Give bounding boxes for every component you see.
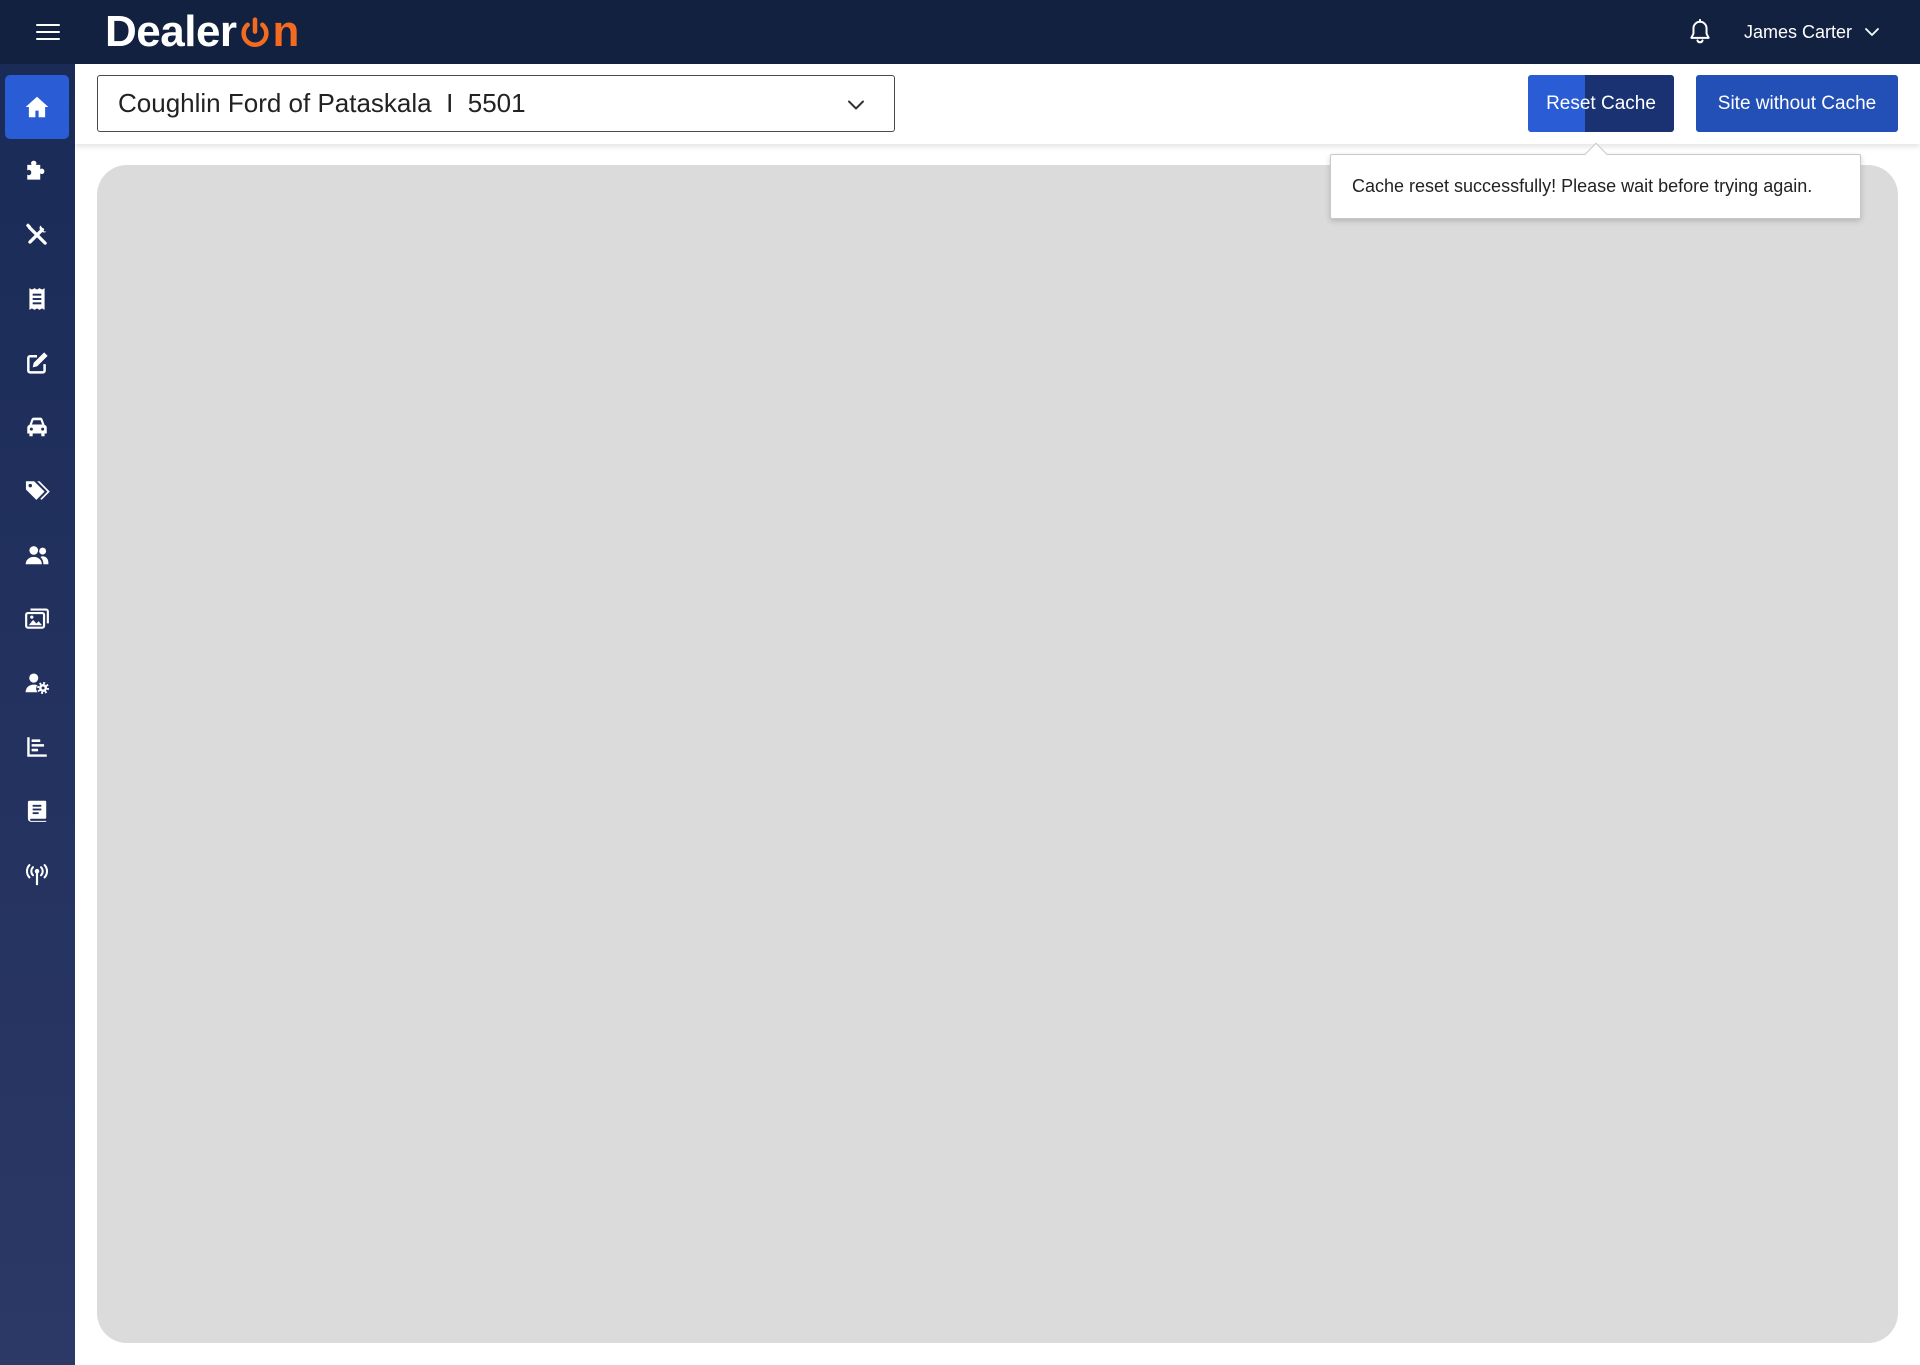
sidebar-item-tools[interactable] (5, 203, 69, 267)
chart-bar-icon (27, 737, 47, 757)
users-icon (25, 546, 49, 565)
site-without-cache-button[interactable]: Site without Cache (1696, 75, 1898, 132)
chevron-down-icon (848, 100, 864, 110)
sidebar-item-media[interactable] (5, 587, 69, 651)
content-panel-placeholder (97, 165, 1898, 1343)
chevron-down-icon (1865, 28, 1879, 36)
home-icon (25, 96, 49, 118)
tools-icon (26, 223, 47, 245)
sidebar (0, 64, 75, 1365)
tags-icon (25, 481, 50, 500)
dealer-select-value: Coughlin Ford of Pataskala I 5501 (118, 88, 526, 118)
sidebar-item-specials[interactable] (5, 459, 69, 523)
tooltip-arrow (1584, 142, 1608, 166)
sidebar-item-users[interactable] (5, 523, 69, 587)
sidebar-item-editor[interactable] (5, 331, 69, 395)
user-menu[interactable]: James Carter (1744, 16, 1880, 48)
sidebar-item-reports[interactable] (5, 715, 69, 779)
logo-text: Dealer (105, 7, 237, 56)
images-icon (25, 608, 49, 629)
sidebar-item-user-settings[interactable] (5, 651, 69, 715)
user-name: James Carter (1744, 21, 1853, 42)
logo-text-accent: n (272, 7, 300, 56)
top-bar: Dealer n James Carter (0, 0, 1920, 64)
cache-reset-tooltip: Cache reset successfully! Please wait be… (1330, 142, 1861, 219)
dealeron-logo[interactable]: Dealer n (105, 8, 299, 56)
receipt-icon (29, 288, 45, 310)
edit-icon (27, 352, 48, 374)
broadcast-tower-icon (25, 864, 49, 886)
sidebar-nav (5, 75, 69, 907)
sidebar-item-home[interactable] (5, 75, 69, 139)
book-icon (27, 800, 47, 822)
tooltip-message: Cache reset successfully! Please wait be… (1352, 176, 1813, 196)
dealer-select[interactable]: Coughlin Ford of Pataskala I 5501 (97, 75, 895, 132)
car-icon (27, 417, 47, 437)
sidebar-item-documentation[interactable] (5, 779, 69, 843)
bell-icon[interactable] (1686, 18, 1714, 46)
puzzle-icon (27, 160, 45, 180)
sidebar-item-plugins[interactable] (5, 139, 69, 203)
sidebar-item-inventory[interactable] (5, 395, 69, 459)
reset-cache-button[interactable]: Reset Cache (1528, 75, 1674, 132)
sidebar-item-invoices[interactable] (5, 267, 69, 331)
user-cog-icon (25, 673, 50, 694)
sidebar-item-integrations[interactable] (5, 843, 69, 907)
hamburger-menu-icon[interactable] (34, 21, 62, 43)
toolbar: Coughlin Ford of Pataskala I 5501 Reset … (75, 64, 1920, 144)
power-icon (241, 17, 269, 47)
